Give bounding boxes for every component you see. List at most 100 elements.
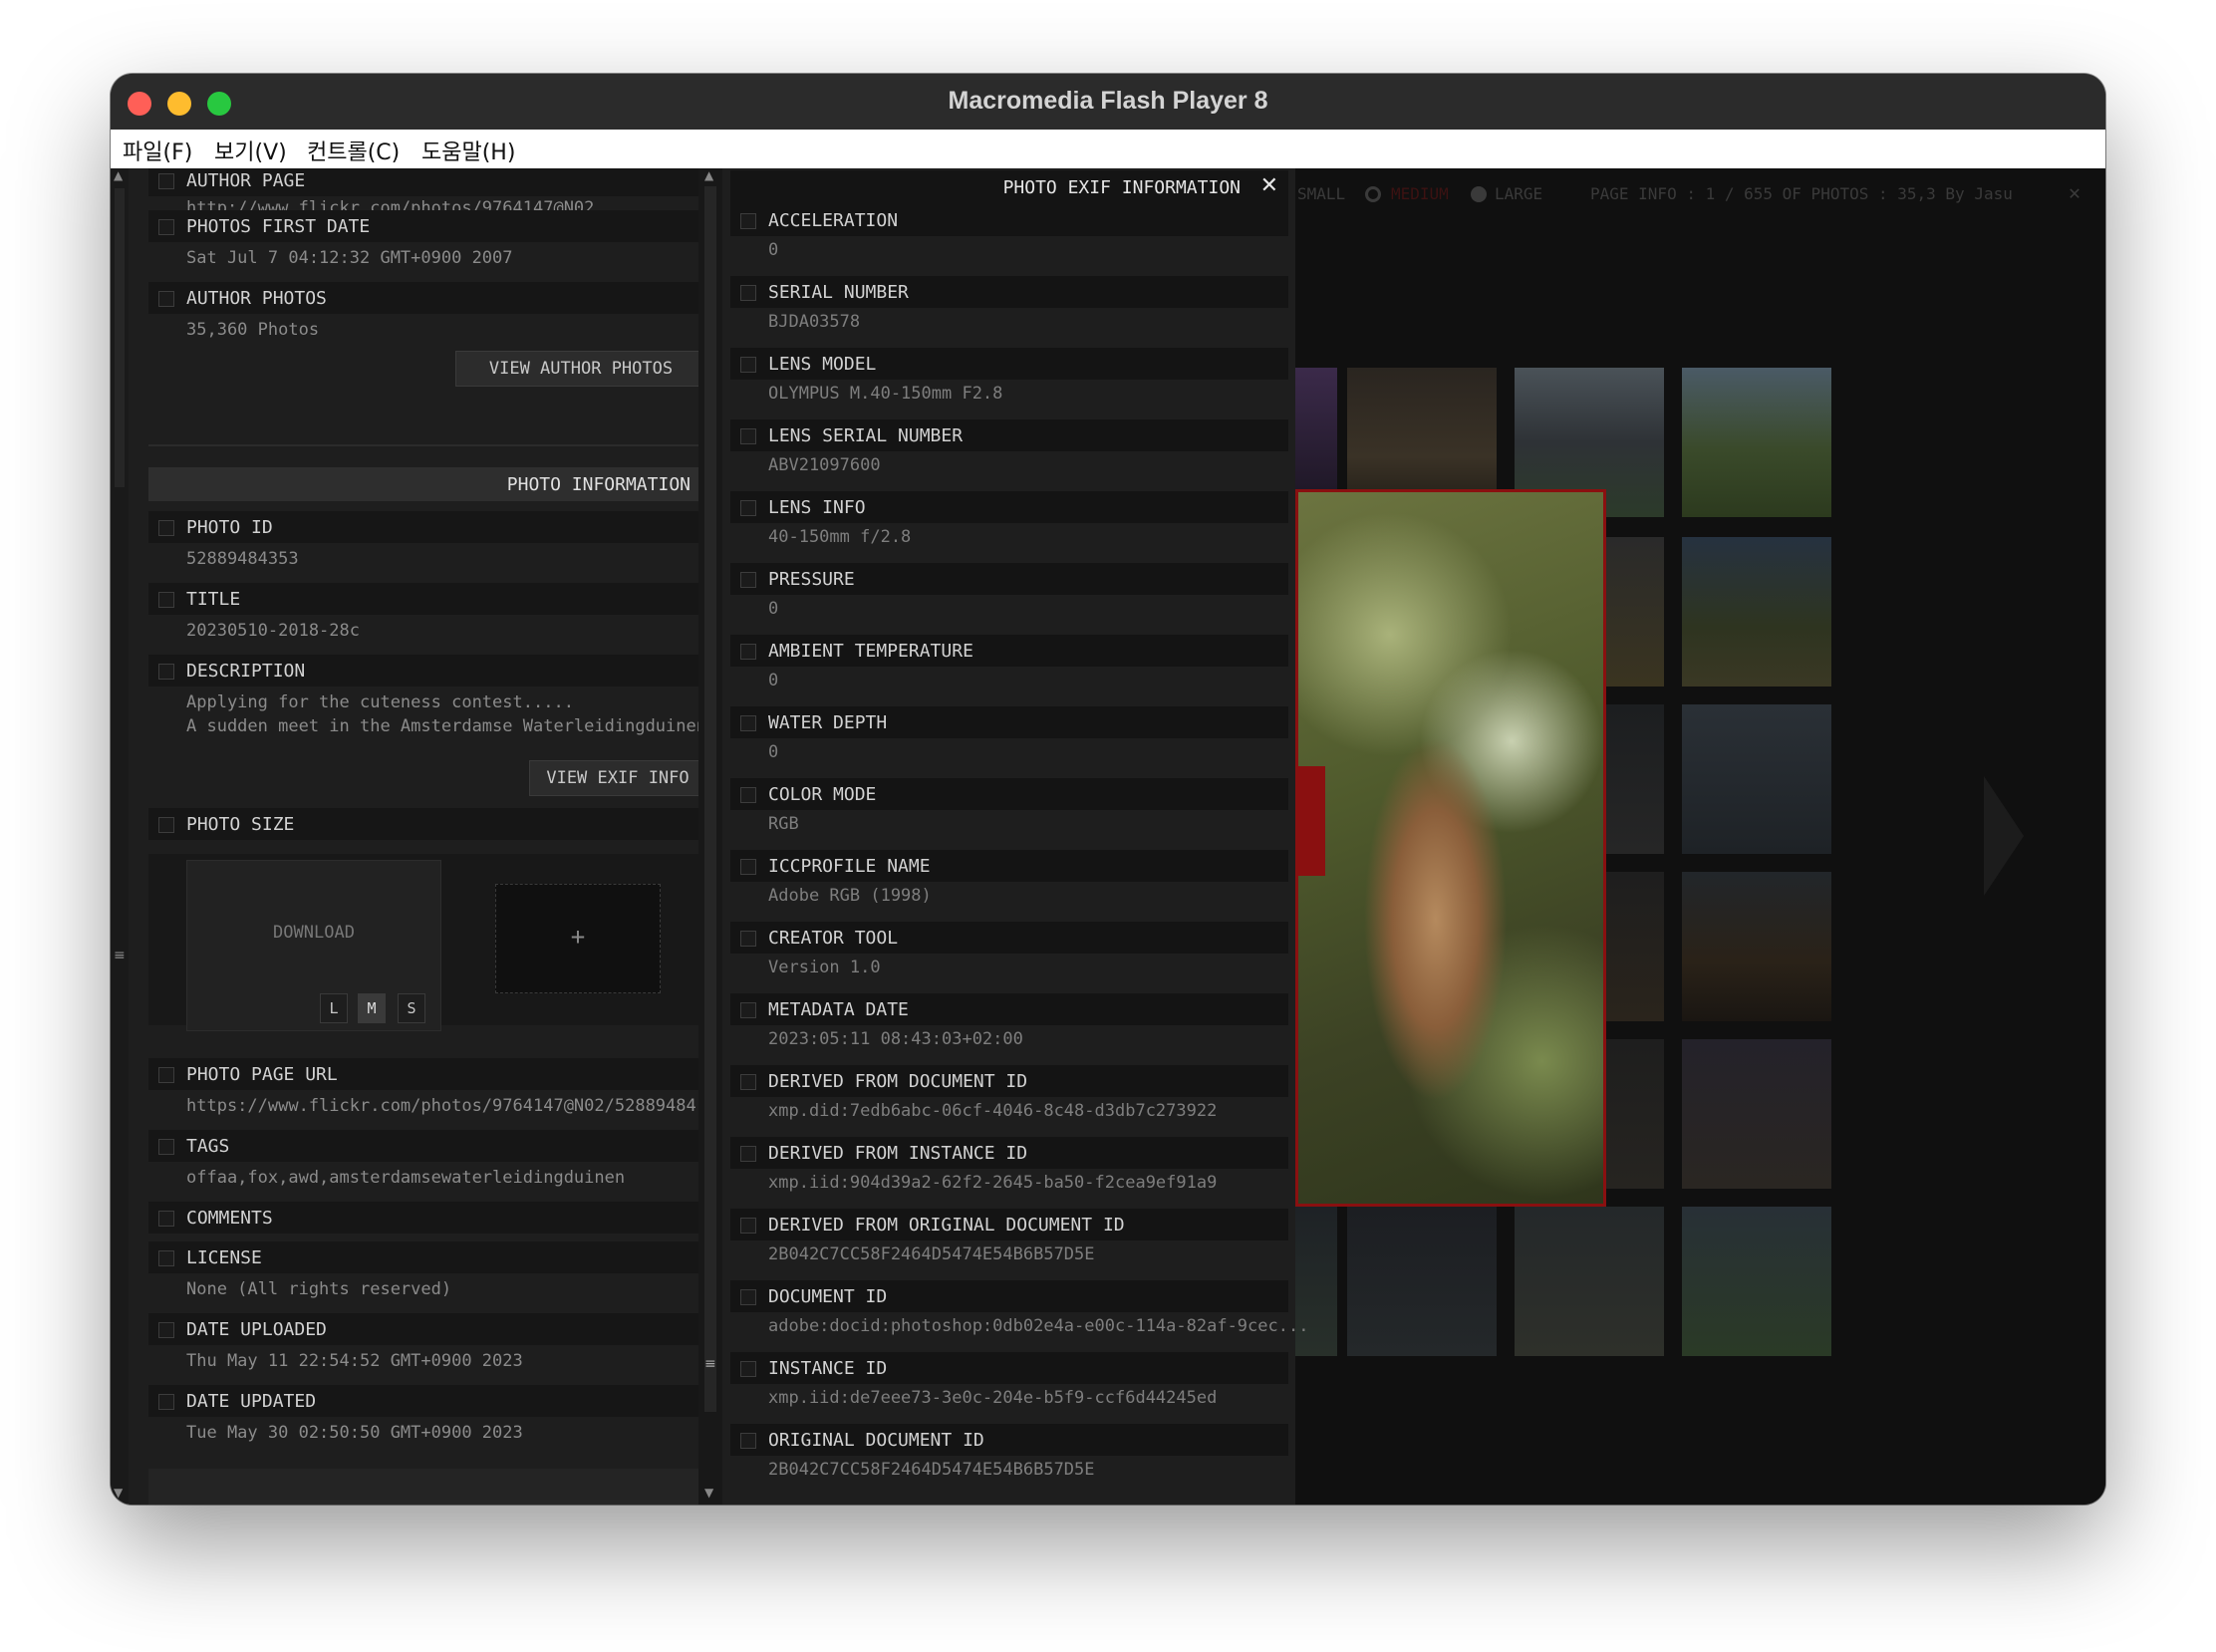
size-small-radio[interactable] bbox=[1365, 186, 1381, 202]
scroll-down-icon[interactable]: ▼ bbox=[704, 1486, 713, 1500]
checkbox[interactable] bbox=[158, 291, 174, 307]
exif-value: 2B042C7CC58F2464D5474E54B6B57D5E bbox=[768, 1460, 1095, 1480]
photo-preview-box[interactable]: + bbox=[495, 884, 661, 993]
thumbnail[interactable] bbox=[1682, 1039, 1831, 1189]
author-photos-row: AUTHOR PHOTOS bbox=[148, 282, 706, 314]
checkbox[interactable] bbox=[740, 500, 756, 516]
menu-control[interactable]: 컨트롤(C) bbox=[307, 135, 400, 166]
exif-label: CREATOR TOOL bbox=[768, 928, 899, 949]
gallery-close-icon[interactable]: ✕ bbox=[2069, 180, 2080, 204]
checkbox[interactable] bbox=[740, 787, 756, 803]
checkbox[interactable] bbox=[158, 592, 174, 608]
checkbox[interactable] bbox=[740, 859, 756, 875]
scroll-up-icon[interactable]: ▲ bbox=[704, 168, 713, 182]
scroll-thumb[interactable] bbox=[704, 186, 716, 1412]
checkbox[interactable] bbox=[740, 644, 756, 660]
checkbox[interactable] bbox=[158, 219, 174, 235]
exif-value: 0 bbox=[768, 240, 779, 260]
exif-close-icon[interactable]: ✕ bbox=[1260, 173, 1278, 198]
row-label: DATE UPLOADED bbox=[186, 1319, 327, 1340]
thumbnail[interactable] bbox=[1682, 537, 1831, 687]
checkbox[interactable] bbox=[158, 1067, 174, 1083]
row-label: DATE UPDATED bbox=[186, 1391, 317, 1412]
window-title: Macromedia Flash Player 8 bbox=[948, 87, 1268, 115]
menu-file[interactable]: 파일(F) bbox=[123, 135, 192, 166]
exif-label: LENS MODEL bbox=[768, 354, 877, 375]
exif-row: LENS SERIAL NUMBER bbox=[730, 419, 1288, 451]
exif-row: DERIVED FROM INSTANCE ID bbox=[730, 1137, 1288, 1169]
size-small-label[interactable]: SMALL bbox=[1297, 184, 1345, 203]
checkbox[interactable] bbox=[740, 357, 756, 373]
checkbox[interactable] bbox=[740, 285, 756, 301]
checkbox[interactable] bbox=[740, 1002, 756, 1018]
size-large-radio[interactable] bbox=[1471, 186, 1487, 202]
checkbox[interactable] bbox=[158, 1394, 174, 1410]
title-value: 20230510-2018-28c bbox=[186, 621, 360, 641]
checkbox[interactable] bbox=[740, 213, 756, 229]
exif-row: LENS MODEL bbox=[730, 348, 1288, 380]
checkbox[interactable] bbox=[740, 931, 756, 947]
exif-label: DOCUMENT ID bbox=[768, 1286, 888, 1307]
next-page-arrow-icon[interactable] bbox=[1984, 776, 2024, 896]
exif-value: adobe:docid:photoshop:0db02e4a-e00c-114a… bbox=[768, 1316, 1309, 1336]
checkbox[interactable] bbox=[740, 1361, 756, 1377]
checkbox[interactable] bbox=[740, 1289, 756, 1305]
photo-page-url-link[interactable]: https://www.flickr.com/photos/9764147@N0… bbox=[186, 1094, 696, 1118]
exif-label: METADATA DATE bbox=[768, 999, 909, 1020]
checkbox[interactable] bbox=[740, 1433, 756, 1449]
size-medium-label[interactable]: MEDIUM bbox=[1391, 184, 1449, 203]
left-scrollbar[interactable]: ▲ ≡ ▼ bbox=[111, 168, 129, 1505]
size-large-label[interactable]: LARGE bbox=[1495, 184, 1542, 203]
size-l-button[interactable]: L bbox=[320, 993, 348, 1023]
thumbnail[interactable] bbox=[1682, 704, 1831, 854]
checkbox[interactable] bbox=[158, 520, 174, 536]
checkbox[interactable] bbox=[158, 173, 174, 189]
exif-label: SERIAL NUMBER bbox=[768, 282, 909, 303]
menu-help[interactable]: 도움말(H) bbox=[421, 135, 515, 166]
selected-photo[interactable] bbox=[1295, 489, 1606, 1207]
checkbox[interactable] bbox=[158, 1139, 174, 1155]
checkbox[interactable] bbox=[740, 1146, 756, 1162]
scroll-up-icon[interactable]: ▲ bbox=[114, 168, 123, 182]
exif-value: Version 1.0 bbox=[768, 958, 881, 977]
exif-row: INSTANCE ID bbox=[730, 1352, 1288, 1384]
middle-scrollbar[interactable]: ▲ ≡ ▼ bbox=[698, 168, 722, 1505]
date-uploaded-row: DATE UPLOADED bbox=[148, 1313, 706, 1345]
exif-value: 0 bbox=[768, 599, 779, 619]
size-s-button[interactable]: S bbox=[398, 993, 425, 1023]
exif-row: PRESSURE bbox=[730, 563, 1288, 595]
checkbox[interactable] bbox=[740, 715, 756, 731]
size-m-button[interactable]: M bbox=[358, 993, 386, 1023]
checkbox[interactable] bbox=[158, 1322, 174, 1338]
prev-photo-tab[interactable] bbox=[1295, 766, 1325, 876]
checkbox[interactable] bbox=[740, 1074, 756, 1090]
view-exif-info-button[interactable]: VIEW EXIF INFO bbox=[529, 760, 706, 796]
exif-value: ABV21097600 bbox=[768, 455, 881, 475]
exif-label: LENS INFO bbox=[768, 497, 866, 518]
exif-label: ORIGINAL DOCUMENT ID bbox=[768, 1430, 984, 1451]
scroll-thumb[interactable] bbox=[115, 188, 125, 487]
view-author-photos-button[interactable]: VIEW AUTHOR PHOTOS bbox=[455, 351, 706, 387]
thumbnail[interactable] bbox=[1682, 872, 1831, 1021]
checkbox[interactable] bbox=[158, 1211, 174, 1227]
section-divider bbox=[148, 444, 706, 446]
checkbox[interactable] bbox=[158, 664, 174, 680]
thumbnail[interactable] bbox=[1347, 1207, 1497, 1356]
menu-bar: 파일(F) 보기(V) 컨트롤(C) 도움말(H) bbox=[111, 130, 2105, 168]
checkbox[interactable] bbox=[158, 817, 174, 833]
download-label: DOWNLOAD bbox=[273, 923, 355, 943]
exif-row: LENS INFO bbox=[730, 491, 1288, 523]
exif-value: RGB bbox=[768, 814, 799, 834]
thumbnail[interactable] bbox=[1515, 1207, 1664, 1356]
menu-view[interactable]: 보기(V) bbox=[214, 135, 287, 166]
checkbox[interactable] bbox=[740, 572, 756, 588]
thumbnail[interactable] bbox=[1682, 368, 1831, 517]
checkbox[interactable] bbox=[158, 1250, 174, 1266]
checkbox[interactable] bbox=[740, 428, 756, 444]
checkbox[interactable] bbox=[740, 1218, 756, 1234]
thumbnail[interactable] bbox=[1682, 1207, 1831, 1356]
date-uploaded-value: Thu May 11 22:54:52 GMT+0900 2023 bbox=[186, 1351, 523, 1371]
scroll-down-icon[interactable]: ▼ bbox=[114, 1486, 123, 1500]
comments-row: COMMENTS bbox=[148, 1202, 706, 1234]
exif-row: COLOR MODE bbox=[730, 778, 1288, 810]
